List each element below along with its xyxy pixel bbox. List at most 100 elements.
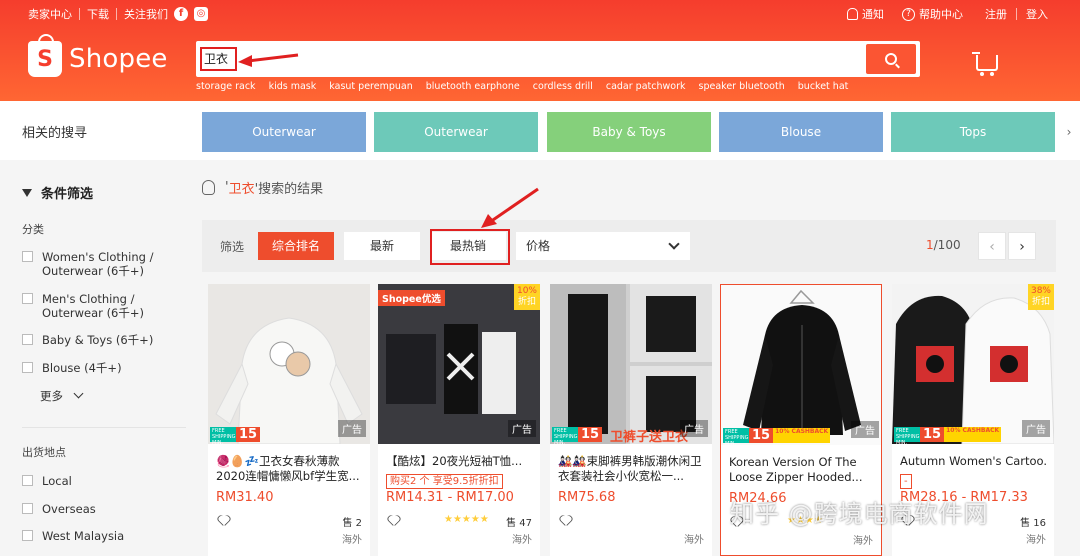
sort-label: 筛选 — [220, 240, 245, 254]
product-title: 🧶🥚💤卫衣女春秋薄款2020连帽慵懒风bf学生宽... — [216, 454, 360, 483]
ship-location: 海外 — [1026, 535, 1046, 546]
location-label: Local — [42, 474, 72, 488]
next-page-button[interactable]: › — [1008, 232, 1036, 260]
hint-link[interactable]: kids mask — [269, 81, 317, 92]
product-card[interactable]: FREE SHIPPING MIN. SPEND 15 卫裤子送卫衣 广告 🎎🎎… — [550, 284, 712, 556]
free-shipping-amount: 15 — [920, 427, 945, 442]
cart-wheel — [990, 72, 994, 76]
hint-link[interactable]: cordless drill — [533, 81, 593, 92]
product-title: 【酷炫】20夜光短袖T恤... — [386, 454, 523, 468]
cashback-badge: 10% CASHBACK — [944, 427, 1002, 442]
page-indicator: 1/100 — [926, 238, 961, 252]
free-shipping-badge: FREE SHIPPING MIN. SPEND 15 — [552, 426, 603, 444]
hint-link[interactable]: speaker bluetooth — [699, 81, 785, 92]
page-current: 1 — [926, 238, 934, 252]
discount-value: 10% — [516, 286, 537, 296]
search-button[interactable] — [866, 44, 916, 74]
checkbox[interactable] — [22, 475, 33, 486]
prev-page-button[interactable]: ‹ — [978, 232, 1006, 260]
checkbox[interactable] — [22, 530, 33, 541]
more-button[interactable]: 更多 — [40, 388, 84, 404]
cart-icon[interactable] — [972, 52, 998, 76]
category-label: Baby & Toys (6千+) — [42, 333, 154, 347]
results-heading: ' 卫衣 '搜索的结果 — [202, 178, 323, 197]
cashback-badge: 10% CASHBACK — [773, 428, 831, 443]
product-price: RM14.31 - RM17.00 — [386, 490, 514, 505]
seller-center-link[interactable]: 卖家中心 — [28, 6, 72, 22]
free-shipping-badge: FREE SHIPPING MIN. SPEND 15 10% CASHBACK — [894, 426, 1002, 444]
heart-icon[interactable] — [388, 516, 398, 525]
product-image[interactable]: Shopee优选 10% 折扣 广告 — [378, 284, 540, 444]
shopee-logo[interactable]: S Shopee — [28, 34, 168, 77]
promo-tag: - — [900, 474, 912, 489]
product-title: Korean Version Of The Loose Zipper Hoode… — [729, 455, 863, 484]
product-card[interactable]: FREE SHIPPING MIN. SPEND 15 广告 🧶🥚💤卫衣女春秋薄… — [208, 284, 370, 556]
free-shipping-amount: 15 — [578, 427, 603, 442]
product-image[interactable]: FREE SHIPPING MIN. SPEND 15 卫裤子送卫衣 广告 — [550, 284, 712, 444]
category-checkbox[interactable]: Blouse (4千+) — [22, 361, 182, 375]
related-chip-blouse[interactable]: Blouse — [719, 112, 883, 152]
register-link[interactable]: 注册 — [985, 6, 1007, 22]
category-checkbox[interactable]: Men's Clothing / Outerwear (6千+) — [22, 292, 152, 320]
discount-badge: 38% 折扣 — [1028, 284, 1054, 310]
category-checkbox[interactable]: Baby & Toys (6千+) — [22, 333, 182, 347]
location-checkbox[interactable]: Local — [22, 474, 72, 488]
filter-icon — [22, 188, 32, 197]
ship-location: 海外 — [853, 536, 873, 547]
heart-icon[interactable] — [560, 516, 570, 525]
category-checkbox[interactable]: Women's Clothing / Outerwear (6千+) — [22, 250, 162, 278]
location-checkbox[interactable]: Overseas — [22, 502, 96, 516]
notifications-link[interactable]: 通知 — [847, 6, 884, 22]
login-link[interactable]: 登入 — [1026, 6, 1048, 22]
free-shipping-label: FREE SHIPPING MIN. SPEND — [894, 427, 920, 444]
chevron-right-icon[interactable]: › — [1062, 123, 1076, 141]
top-bar: 卖家中心 下载 关注我们 f ◎ 通知 ? 帮助中心 注册 登入 — [0, 0, 1080, 28]
product-image[interactable]: FREE SHIPPING MIN. SPEND 15 广告 — [208, 284, 370, 444]
ship-location: 海外 — [684, 535, 704, 546]
chevron-down-icon — [668, 238, 680, 250]
hint-link[interactable]: storage rack — [196, 81, 256, 92]
sort-latest-button[interactable]: 最新 — [344, 232, 420, 260]
rating-stars: ★★★★★ — [444, 514, 489, 525]
related-chip-outerwear[interactable]: Outerwear — [202, 112, 366, 152]
hint-link[interactable]: bucket hat — [798, 81, 849, 92]
help-center-link[interactable]: ? 帮助中心 — [902, 6, 963, 22]
mall-badge: Shopee优选 — [378, 290, 445, 306]
related-label: 相关的搜寻 — [22, 126, 88, 141]
free-shipping-amount: 15 — [749, 428, 774, 443]
checkbox[interactable] — [22, 251, 33, 262]
product-image[interactable]: 38% 折扣 FREE SHIPPING MIN. SPEND 15 10% C… — [892, 284, 1054, 444]
sort-relevance-button[interactable]: 综合排名 — [258, 232, 334, 260]
results-keyword: 卫衣 — [228, 182, 255, 197]
download-link[interactable]: 下载 — [87, 6, 109, 22]
hint-link[interactable]: kasut perempuan — [329, 81, 412, 92]
category-label: Blouse (4千+) — [42, 361, 122, 375]
follow-us-label: 关注我们 — [124, 8, 168, 21]
checkbox[interactable] — [22, 334, 33, 345]
location-checkbox[interactable]: West Malaysia — [22, 529, 124, 543]
instagram-icon[interactable]: ◎ — [194, 7, 208, 21]
header: 卖家中心 下载 关注我们 f ◎ 通知 ? 帮助中心 注册 登入 S Shope… — [0, 0, 1080, 101]
related-chip-baby-toys[interactable]: Baby & Toys — [547, 112, 711, 152]
product-price: RM31.40 — [216, 490, 274, 505]
related-chip-tops[interactable]: Tops — [891, 112, 1055, 152]
hint-link[interactable]: bluetooth earphone — [426, 81, 520, 92]
sold-count: 售 16 — [1020, 518, 1046, 529]
product-card[interactable]: Shopee优选 10% 折扣 广告 【酷炫】20夜光短袖T恤... 购买2 个… — [378, 284, 540, 556]
checkbox[interactable] — [22, 362, 33, 373]
location-label: Overseas — [42, 502, 96, 516]
heart-icon[interactable] — [218, 516, 228, 525]
discount-value: 38% — [1030, 286, 1051, 296]
price-sort-select[interactable]: 价格 — [516, 232, 690, 260]
related-chip-outerwear-2[interactable]: Outerwear — [374, 112, 538, 152]
price-sort-label: 价格 — [526, 239, 551, 253]
ad-badge: 广告 — [851, 421, 879, 438]
divider — [79, 8, 80, 20]
facebook-icon[interactable]: f — [174, 7, 188, 21]
divider — [1016, 8, 1017, 20]
checkbox[interactable] — [22, 503, 33, 514]
search-bar[interactable]: 卫衣 — [196, 41, 920, 77]
product-image[interactable]: FREE SHIPPING MIN. SPEND 15 10% CASHBACK… — [721, 285, 881, 445]
hint-link[interactable]: cadar patchwork — [606, 81, 686, 92]
checkbox[interactable] — [22, 293, 33, 304]
